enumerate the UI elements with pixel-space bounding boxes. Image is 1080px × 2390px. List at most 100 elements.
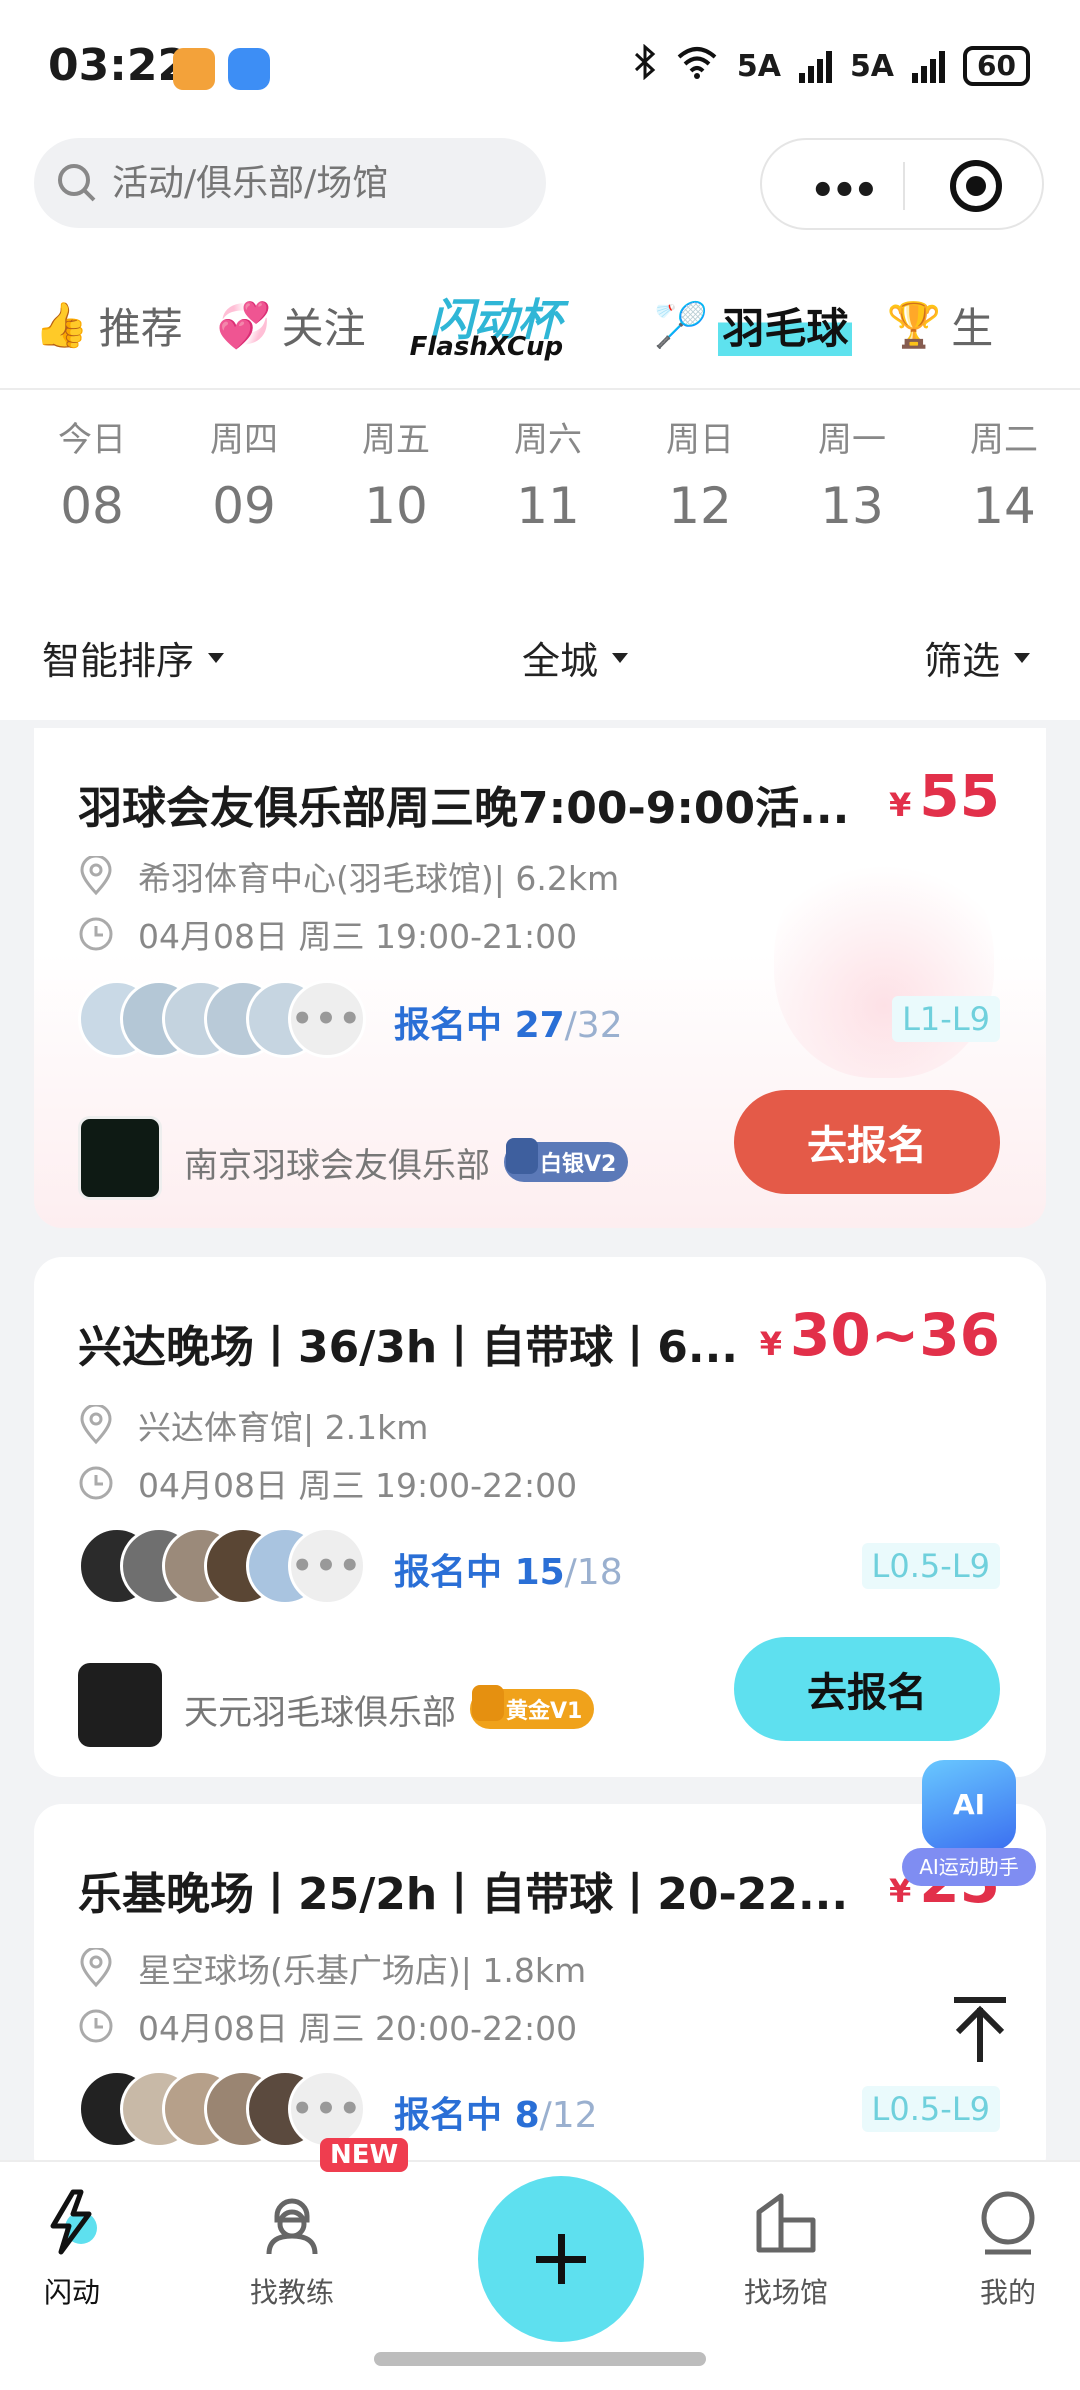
event-title: 羽球会友俱乐部周三晚7:00-9:00活... — [78, 783, 850, 834]
signup-button[interactable]: 去报名 — [734, 1637, 1000, 1741]
signup-status: 报名中 8/12 — [394, 2086, 598, 2138]
ai-assistant-button[interactable]: AI AI运动助手 — [902, 1756, 1036, 1890]
time-text: 04月08日 周三 19:00-21:00 — [138, 917, 578, 956]
event-card[interactable]: 羽球会友俱乐部周三晚7:00-9:00活... ¥55 希羽体育中心(羽毛球馆)… — [34, 728, 1046, 1228]
status-text: 报名中 — [394, 1005, 503, 1046]
date-weekday: 今日 — [58, 420, 126, 460]
status-text: 报名中 — [394, 1552, 503, 1593]
more-menu-icon[interactable]: ••• — [810, 168, 879, 214]
filter-bar: 智能排序 全城 筛选 — [0, 580, 1080, 720]
close-program-icon[interactable] — [950, 160, 1002, 212]
capacity: /18 — [564, 1552, 623, 1593]
date-weekday: 周一 — [818, 420, 886, 460]
date-weekday: 周日 — [666, 420, 734, 460]
status-indicators: 5A 5A 60 — [633, 43, 1030, 88]
event-price: ¥30~36 — [760, 1301, 1000, 1369]
signal-icon-1 — [798, 49, 832, 83]
network-label-1: 5A — [736, 48, 781, 84]
search-bar[interactable] — [34, 138, 546, 228]
participant-avatars[interactable]: ••• — [78, 2070, 366, 2148]
bluetooth-icon — [633, 43, 657, 88]
participant-avatars[interactable]: ••• — [78, 980, 366, 1058]
date-weekday: 周五 — [362, 420, 430, 460]
venue-text: 希羽体育中心(羽毛球馆)| 6.2km — [138, 859, 620, 898]
event-price: ¥55 — [889, 762, 1000, 830]
date-day: 08 — [60, 477, 124, 535]
date-day: 12 — [668, 477, 732, 535]
search-input[interactable] — [112, 162, 512, 204]
signup-button[interactable]: 去报名 — [734, 1090, 1000, 1194]
venue-icon — [756, 2193, 816, 2253]
time-text: 04月08日 周三 19:00-22:00 — [138, 1466, 578, 1505]
date-item[interactable]: 周二 14 — [928, 390, 1080, 580]
club-name[interactable]: 天元羽毛球俱乐部 — [184, 1685, 456, 1734]
date-item[interactable]: 周一 13 — [776, 390, 928, 580]
date-item[interactable]: 周日 12 — [624, 390, 776, 580]
date-day: 10 — [364, 477, 428, 535]
nav-find-coach[interactable]: 找教练 — [212, 2186, 372, 2311]
level-range: L0.5-L9 — [861, 1543, 1000, 1589]
shield-icon — [472, 1685, 504, 1721]
nav-find-venue[interactable]: 找场馆 — [706, 2186, 866, 2311]
profile-icon — [981, 2191, 1035, 2255]
search-icon — [58, 164, 96, 202]
ai-assistant-icon: AI — [922, 1760, 1016, 1850]
back-to-top-button[interactable] — [940, 1990, 1020, 2070]
message-notification-icon — [228, 48, 270, 90]
hot-flame-icon — [774, 838, 994, 1078]
event-venue: 希羽体育中心(羽毛球馆)| 6.2km — [78, 852, 619, 900]
sort-label: 智能排序 — [42, 639, 195, 683]
club-logo[interactable] — [78, 1663, 162, 1747]
club-logo[interactable] — [78, 1116, 162, 1200]
tab-label: 关注 — [281, 303, 366, 353]
joined-count: 27 — [514, 1005, 565, 1046]
caret-down-icon — [208, 652, 225, 663]
level-range: L0.5-L9 — [861, 2086, 1000, 2132]
tab-more[interactable]: 🏆 生 — [886, 295, 993, 356]
clock-icon — [79, 2009, 113, 2043]
capacity: /32 — [564, 1005, 623, 1046]
area-label: 全城 — [522, 639, 599, 683]
battery-icon: 60 — [963, 46, 1030, 86]
mini-program-capsule: ••• — [760, 138, 1044, 230]
ai-assistant-label: AI运动助手 — [902, 1848, 1036, 1886]
trophy-icon: 🏆 — [886, 300, 942, 351]
event-card[interactable]: 乐基晚场丨25/2h丨自带球丨20-22... ¥25 星空球场(乐基广场店)|… — [34, 1804, 1046, 2184]
joined-count: 8 — [514, 2095, 540, 2136]
sort-dropdown[interactable]: 智能排序 — [42, 630, 225, 685]
location-pin-icon — [80, 856, 112, 896]
price-value: 55 — [919, 762, 1000, 830]
event-title: 兴达晚场丨36/3h丨自带球丨6... — [78, 1322, 738, 1373]
event-card[interactable]: 兴达晚场丨36/3h丨自带球丨6... ¥30~36 兴达体育馆| 2.1km … — [34, 1257, 1046, 1777]
event-title: 乐基晚场丨25/2h丨自带球丨20-22... — [78, 1869, 849, 1920]
nav-label: 找场馆 — [743, 2276, 828, 2309]
date-item[interactable]: 今日 08 — [16, 390, 168, 580]
location-pin-icon — [80, 1948, 112, 1988]
club-name[interactable]: 南京羽球会友俱乐部 — [184, 1138, 490, 1187]
wifi-icon — [675, 45, 719, 87]
header: ••• 👍 推荐 💞 关注 闪动杯 FlashXCup 🏸 羽毛球 🏆 生 — [0, 130, 1080, 390]
area-dropdown[interactable]: 全城 — [522, 630, 629, 685]
tab-badminton[interactable]: 🏸 羽毛球 — [654, 294, 853, 356]
nav-flash[interactable]: 闪动 — [0, 2186, 152, 2311]
event-time: 04月08日 周三 20:00-22:00 — [78, 2002, 577, 2050]
participant-avatars[interactable]: ••• — [78, 1527, 366, 1605]
app-notification-icon — [173, 48, 215, 90]
tab-flash-cup[interactable]: 闪动杯 FlashXCup — [400, 282, 620, 368]
signup-status: 报名中 27/32 — [394, 996, 623, 1048]
date-item[interactable]: 周五 10 — [320, 390, 472, 580]
nav-profile[interactable]: 我的 — [928, 2186, 1080, 2311]
caret-down-icon — [1014, 652, 1031, 663]
hearts-icon: 💞 — [216, 300, 272, 351]
create-button[interactable] — [478, 2176, 644, 2342]
status-bar: 03:22 5A 5A 60 — [0, 0, 1080, 130]
tab-follow[interactable]: 💞 关注 — [217, 295, 366, 356]
date-item[interactable]: 周四 09 — [168, 390, 320, 580]
coach-icon — [266, 2198, 318, 2255]
club-level-badge: 黄金V1 — [470, 1685, 595, 1729]
filter-dropdown[interactable]: 筛选 — [924, 630, 1031, 685]
date-item[interactable]: 周六 11 — [472, 390, 624, 580]
tab-recommend[interactable]: 👍 推荐 — [34, 295, 183, 356]
flash-icon — [50, 2189, 97, 2255]
badge-label: 白银V2 — [540, 1152, 617, 1177]
